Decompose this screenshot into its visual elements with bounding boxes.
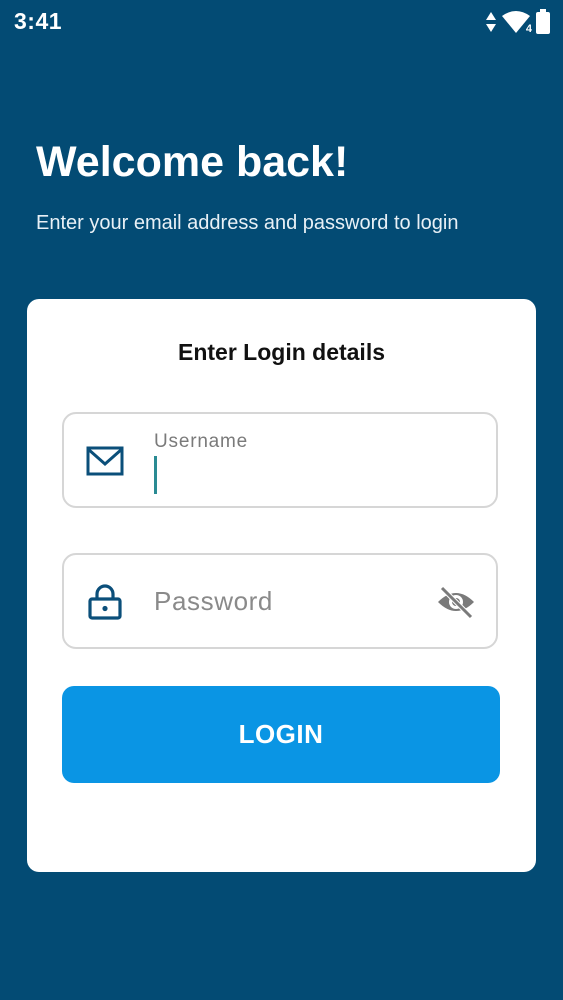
login-card: Enter Login details Username Password LO… [27, 299, 536, 872]
eye-off-icon[interactable] [436, 585, 476, 619]
username-label: Username [154, 431, 249, 452]
login-button[interactable]: LOGIN [62, 686, 500, 783]
card-title: Enter Login details [177, 339, 386, 365]
page-title: Welcome back! [36, 138, 349, 186]
lock-icon [86, 584, 124, 620]
page-subtitle: Enter your email address and password to… [36, 212, 459, 234]
status-bar: 3:41 4 [0, 0, 563, 44]
mail-icon [86, 444, 124, 478]
wifi-badge: 4 [524, 23, 533, 35]
password-field[interactable]: Password [62, 553, 498, 649]
password-placeholder: Password [154, 586, 273, 616]
status-time: 3:41 [14, 8, 63, 34]
wifi-icon: 4 [501, 10, 533, 35]
status-icons: 4 [485, 9, 551, 35]
text-cursor [154, 456, 157, 494]
battery-icon [535, 9, 551, 35]
data-arrows-icon [485, 11, 497, 33]
username-field[interactable]: Username [62, 412, 498, 508]
